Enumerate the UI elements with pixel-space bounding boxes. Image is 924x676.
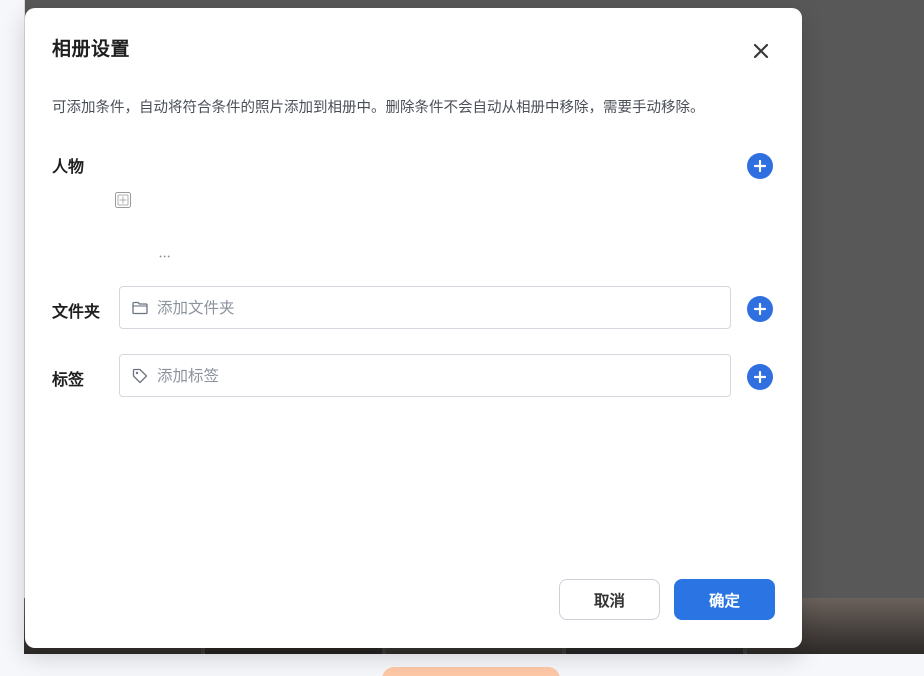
cancel-button[interactable]: 取消	[559, 579, 660, 620]
bottom-action-pill[interactable]	[382, 667, 560, 676]
person-label: 人物	[52, 157, 85, 176]
folder-icon	[131, 299, 149, 317]
dialog-description: 可添加条件，自动将符合条件的照片添加到相册中。删除条件不会自动从相册中移除，需要…	[52, 100, 705, 116]
add-person-button[interactable]	[747, 153, 773, 179]
folder-input[interactable]	[157, 298, 717, 317]
add-tag-button[interactable]	[747, 364, 773, 390]
close-icon	[753, 43, 769, 59]
plus-icon	[753, 302, 767, 316]
person-name: ꞏꞏꞏ	[159, 252, 172, 263]
folder-label: 文件夹	[52, 302, 101, 321]
close-button[interactable]	[752, 42, 770, 60]
folder-input-box[interactable]	[119, 286, 731, 329]
person-avatar-placeholder[interactable]	[114, 191, 132, 209]
dialog-title: 相册设置	[52, 38, 131, 60]
plus-icon	[753, 370, 767, 384]
album-settings-dialog: 相册设置 可添加条件，自动将符合条件的照片添加到相册中。删除条件不会自动从相册中…	[25, 8, 802, 648]
tag-input[interactable]	[157, 366, 717, 385]
tag-input-box[interactable]	[119, 354, 731, 397]
image-placeholder-icon	[115, 192, 131, 208]
add-folder-button[interactable]	[747, 296, 773, 322]
plus-icon	[753, 159, 767, 173]
confirm-button[interactable]: 确定	[674, 579, 775, 620]
tag-icon	[131, 367, 149, 385]
tag-label: 标签	[52, 370, 85, 389]
